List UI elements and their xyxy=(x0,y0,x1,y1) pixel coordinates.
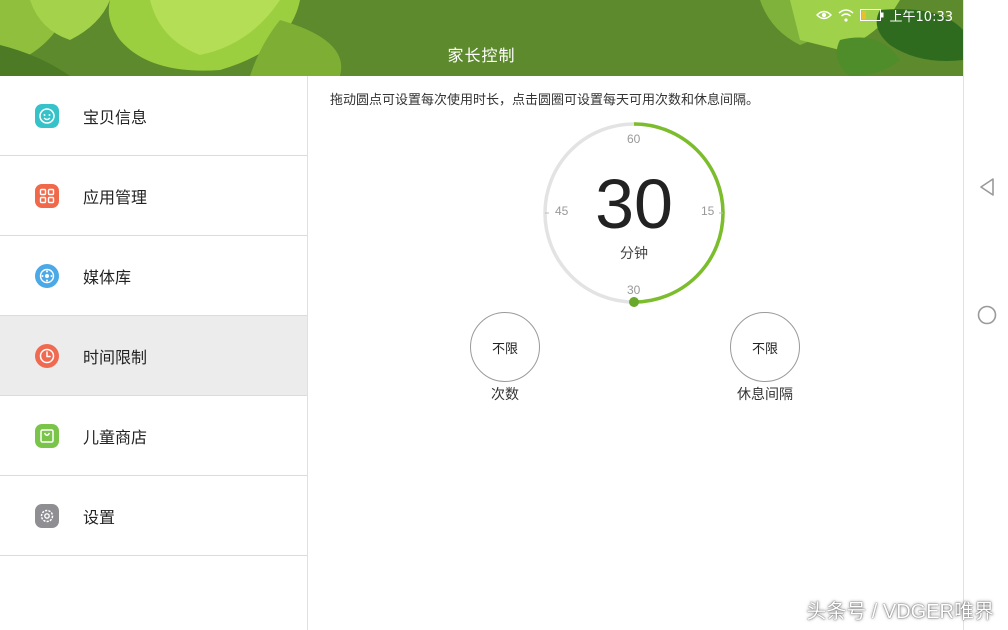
sidebar-item-label: 宝贝信息 xyxy=(83,107,148,127)
rest-interval-value: 不限 xyxy=(751,341,778,357)
sidebar-item-label: 媒体库 xyxy=(83,267,132,287)
sidebar-item-label: 时间限制 xyxy=(83,347,148,367)
status-time: 上午10:33 xyxy=(889,9,953,25)
clock-icon xyxy=(35,344,59,368)
sidebar-item-label: 设置 xyxy=(83,507,116,527)
system-nav-bar xyxy=(963,0,1008,630)
sidebar: 宝贝信息 应用管理 媒体库 时间限制 儿童商店 设置 xyxy=(0,76,308,630)
sidebar-item-app-management[interactable]: 应用管理 xyxy=(0,156,307,236)
sidebar-item-label: 儿童商店 xyxy=(83,427,148,447)
instruction-text: 拖动圆点可设置每次使用时长，点击圆圈可设置每天可用次数和休息间隔。 xyxy=(330,93,760,108)
shopping-bag-icon xyxy=(35,424,59,448)
sidebar-item-kids-store[interactable]: 儿童商店 xyxy=(0,396,307,476)
rest-interval-button[interactable]: 不限 xyxy=(730,312,800,382)
page-title: 家长控制 xyxy=(447,46,516,65)
baby-face-icon xyxy=(35,104,59,128)
count-limit-button[interactable]: 不限 xyxy=(470,312,540,382)
dial-value: 30 xyxy=(595,165,673,243)
dial-tick-top: 60 xyxy=(627,132,641,146)
sidebar-item-baby-info[interactable]: 宝贝信息 xyxy=(0,76,307,156)
wifi-icon xyxy=(838,8,854,22)
sidebar-item-settings[interactable]: 设置 xyxy=(0,476,307,556)
media-icon xyxy=(35,264,59,288)
header-bar: 上午10:33 家长控制 xyxy=(0,0,963,76)
dial-unit-label: 分钟 xyxy=(620,246,648,262)
back-triangle-icon xyxy=(980,178,994,196)
watermark: 头条号 / VDGER唯界 xyxy=(806,601,994,623)
count-limit-caption: 次数 xyxy=(491,387,519,403)
sidebar-item-time-limit[interactable]: 时间限制 xyxy=(0,316,307,396)
dial-tick-bottom: 30 xyxy=(627,283,641,297)
dial-drag-handle[interactable] xyxy=(629,297,639,307)
rest-interval-caption: 休息间隔 xyxy=(737,387,793,403)
status-bar: 上午10:33 xyxy=(815,6,953,25)
gear-icon xyxy=(35,504,59,528)
back-button[interactable] xyxy=(976,176,998,198)
sidebar-item-label: 应用管理 xyxy=(83,187,148,207)
home-circle-icon xyxy=(977,305,997,325)
battery-icon xyxy=(859,9,884,21)
count-limit-value: 不限 xyxy=(491,341,518,357)
sidebar-item-media-library[interactable]: 媒体库 xyxy=(0,236,307,316)
apps-grid-icon xyxy=(35,184,59,208)
home-button[interactable] xyxy=(976,304,998,326)
eye-icon xyxy=(815,9,832,21)
